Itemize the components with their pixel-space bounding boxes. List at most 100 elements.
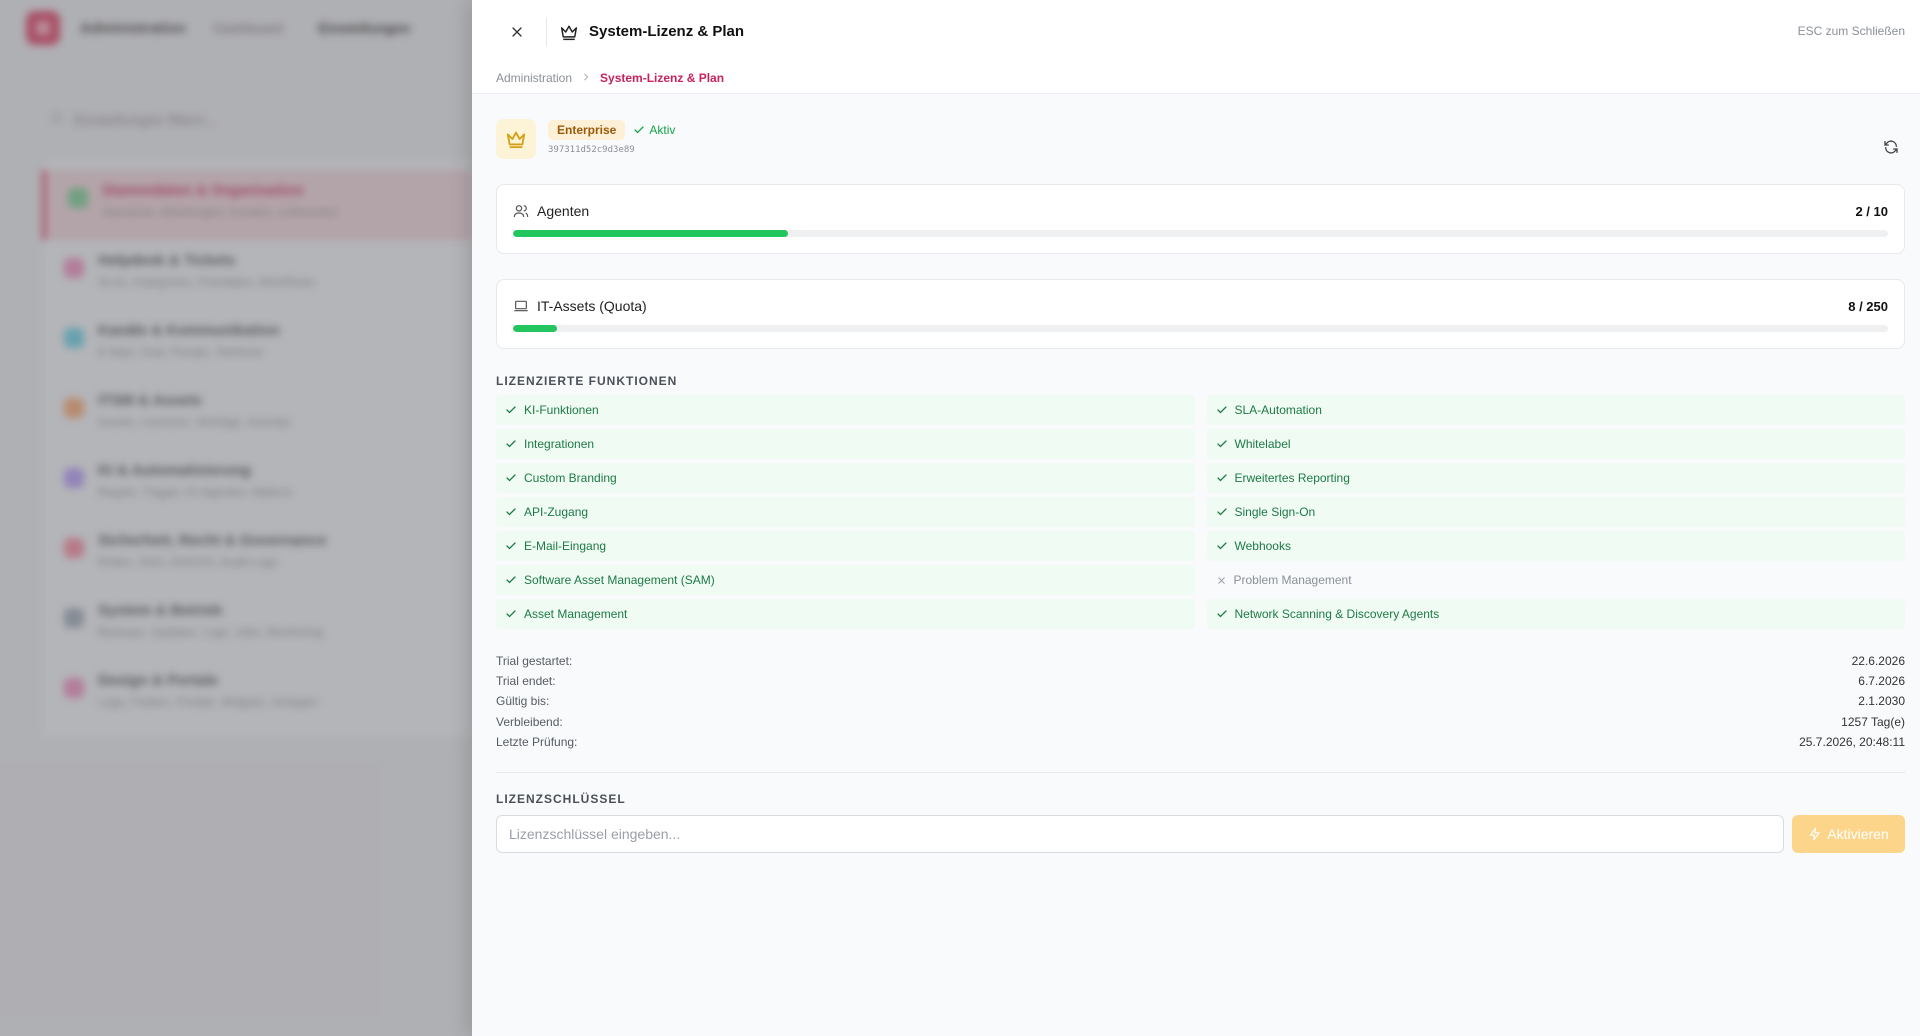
check-icon (505, 438, 517, 450)
feature-label: Integrationen (524, 437, 595, 451)
check-icon (505, 608, 517, 620)
feature-label: KI-Funktionen (524, 403, 599, 417)
feature-item: Single Sign-On (1206, 497, 1905, 527)
features-title: LIZENZIERTE FUNKTIONEN (496, 374, 678, 388)
users-icon (513, 205, 529, 218)
feature-label: Single Sign-On (1234, 505, 1316, 519)
feature-item: KI-Funktionen (496, 395, 1195, 425)
feature-item: Integrationen (496, 429, 1195, 459)
check-icon (505, 472, 517, 484)
drawer-content: Enterprise Aktiv 397311d52c9d3e89 Agente… (472, 94, 1920, 1036)
check-icon (1216, 472, 1228, 484)
meta-value: 22.6.2026 (1851, 654, 1905, 669)
meta-row: Trial gestartet: 22.6.2026 (496, 651, 1905, 671)
plan-status-label: Aktiv (649, 123, 676, 137)
check-icon (1216, 540, 1228, 552)
check-icon (505, 574, 517, 586)
check-icon (1216, 404, 1228, 416)
feature-item: API-Zugang (496, 497, 1195, 527)
chevron-right-icon (582, 72, 590, 84)
feature-item: Software Asset Management (SAM) (496, 565, 1195, 595)
laptop-icon (514, 300, 528, 312)
feature-item: Webhooks (1206, 531, 1905, 561)
feature-item: Network Scanning & Discovery Agents (1206, 599, 1905, 629)
license-key-row: Aktivieren (496, 814, 1905, 853)
check-icon (634, 126, 644, 134)
meta-row: Trial endet: 6.7.2026 (496, 671, 1905, 691)
features-grid: KI-Funktionen SLA-Automation Integrationen… (496, 395, 1905, 629)
quota-value: 2 / 10 (1855, 203, 1888, 219)
meta-value: 1257 Tag(e) (1841, 714, 1905, 729)
license-drawer: System-Lizenz & Plan ESC zum Schließen A… (472, 0, 1920, 1036)
plan-crown-icon (496, 119, 536, 159)
x-icon (1216, 575, 1227, 586)
section-divider (496, 771, 1905, 773)
feature-item: Whitelabel (1206, 429, 1905, 459)
plan-summary: Enterprise Aktiv 397311d52c9d3e89 (496, 94, 1905, 184)
crown-icon (559, 21, 581, 43)
plan-badge: Enterprise (548, 120, 626, 140)
check-icon (505, 540, 517, 552)
meta-label: Letzte Prüfung: (496, 734, 578, 749)
breadcrumb: Administration System-Lizenz & Plan (472, 63, 1920, 93)
feature-label: SLA-Automation (1234, 403, 1322, 417)
license-meta: Trial gestartet: 22.6.2026 Trial endet: 6.7… (496, 651, 1905, 752)
quota-progress-fill (513, 325, 557, 332)
feature-item: SLA-Automation (1206, 395, 1905, 425)
meta-label: Verbleibend: (496, 714, 563, 729)
quota-progress-fill (513, 230, 788, 237)
refresh-button[interactable] (1880, 136, 1902, 158)
meta-value: 25.7.2026, 20:48:11 (1799, 734, 1905, 749)
breadcrumb-current: System-Lizenz & Plan (600, 71, 725, 85)
activate-button[interactable]: Aktivieren (1792, 814, 1905, 853)
meta-value: 6.7.2026 (1858, 674, 1905, 689)
feature-label: Problem Management (1233, 573, 1352, 587)
meta-row: Letzte Prüfung: 25.7.2026, 20:48:11 (496, 732, 1905, 752)
drawer-title: System-Lizenz & Plan (589, 23, 745, 40)
meta-label: Trial endet: (496, 674, 556, 689)
feature-label: API-Zugang (524, 505, 589, 519)
header-divider (546, 17, 547, 46)
check-icon (1216, 506, 1228, 518)
modal-backdrop[interactable] (0, 0, 472, 1036)
breadcrumb-administration[interactable]: Administration (496, 71, 572, 85)
background-app: Administration Dashboard Einstellungen E… (0, 0, 472, 1036)
quota-progress-track (513, 230, 1888, 237)
zap-icon (1810, 827, 1820, 841)
quota-label: Agenten (537, 203, 590, 219)
feature-label: Webhooks (1234, 539, 1291, 553)
license-key-title: LIZENZSCHLÜSSEL (496, 791, 626, 806)
refresh-icon (1884, 140, 1898, 154)
feature-label: Software Asset Management (SAM) (524, 573, 715, 587)
meta-label: Gültig bis: (496, 694, 550, 709)
activate-button-label: Aktivieren (1827, 825, 1889, 842)
meta-row: Verbleibend: 1257 Tag(e) (496, 712, 1905, 732)
check-icon (1216, 608, 1228, 620)
check-icon (1216, 438, 1228, 450)
quota-value: 8 / 250 (1848, 298, 1888, 314)
meta-value: 2.1.2030 (1858, 694, 1905, 709)
feature-item: Erweitertes Reporting (1206, 463, 1905, 493)
feature-item: Problem Management (1207, 565, 1906, 595)
check-icon (505, 404, 517, 416)
license-key-input[interactable] (496, 814, 1784, 853)
esc-hint: ESC zum Schließen (1797, 24, 1905, 38)
feature-item: Custom Branding (496, 463, 1195, 493)
quota-label: IT-Assets (Quota) (537, 298, 647, 314)
feature-label: Custom Branding (524, 471, 617, 485)
feature-item: E-Mail-Eingang (496, 531, 1195, 561)
plan-info: Enterprise Aktiv 397311d52c9d3e89 (548, 119, 675, 155)
meta-label: Trial gestartet: (496, 654, 573, 669)
feature-label: E-Mail-Eingang (524, 539, 607, 553)
plan-status: Aktiv (633, 123, 675, 137)
quota-card-assets: IT-Assets (Quota) 8 / 250 (496, 279, 1905, 349)
close-button[interactable] (502, 17, 532, 47)
feature-item: Asset Management (496, 599, 1195, 629)
close-icon (512, 26, 522, 37)
check-icon (505, 506, 517, 518)
feature-label: Whitelabel (1234, 437, 1291, 451)
drawer-header: System-Lizenz & Plan ESC zum Schließen (472, 0, 1920, 63)
quota-card-agents: Agenten 2 / 10 (496, 184, 1905, 254)
meta-row: Gültig bis: 2.1.2030 (496, 691, 1905, 711)
quota-progress-track (513, 325, 1888, 332)
